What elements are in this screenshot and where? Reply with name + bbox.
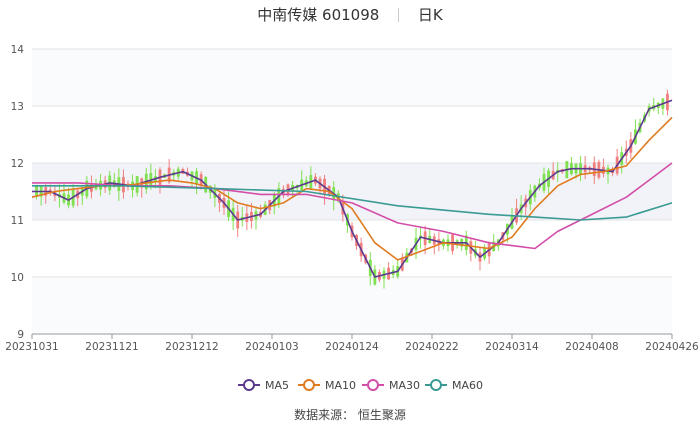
legend-label-ma5: MA5 [265,379,289,392]
x-tick-label: 20240408 [565,341,618,353]
y-tick-label: 10 [11,272,24,284]
x-tick-label: 20240314 [485,341,539,353]
y-tick-label: 13 [11,101,24,113]
grid-band [32,277,672,334]
legend-label-ma60: MA60 [452,379,483,392]
y-tick-label: 9 [17,329,24,341]
x-tick-label: 20240222 [405,341,458,353]
x-tick-label: 20231031 [5,341,58,353]
x-tick-label: 20240124 [325,341,379,353]
x-tick-label: 20240103 [245,341,298,353]
x-tick-label: 20231212 [165,341,218,353]
grid-band [32,49,672,106]
legend-marker-ma10 [303,379,315,391]
y-tick-label: 11 [11,215,24,227]
y-tick-label: 12 [11,158,24,170]
chart-container: 中南传媒 601098 日K 9 10 11 12 13 14 20231031 202311… [0,0,700,426]
candlestick-chart[interactable]: 9 10 11 12 13 14 20231031 20231121 20231212 20240… [0,0,700,426]
x-tick-label: 20231121 [85,341,138,353]
x-tick-label: 20240426 [645,341,699,353]
legend-marker-ma5 [243,379,255,391]
y-tick-label: 14 [11,44,25,56]
legend-marker-ma60 [430,379,442,391]
legend-label-ma10: MA10 [325,379,356,392]
data-source: 数据来源： 恒生聚源 [294,408,406,422]
legend-label-ma30: MA30 [389,379,420,392]
legend-marker-ma30 [367,379,379,391]
